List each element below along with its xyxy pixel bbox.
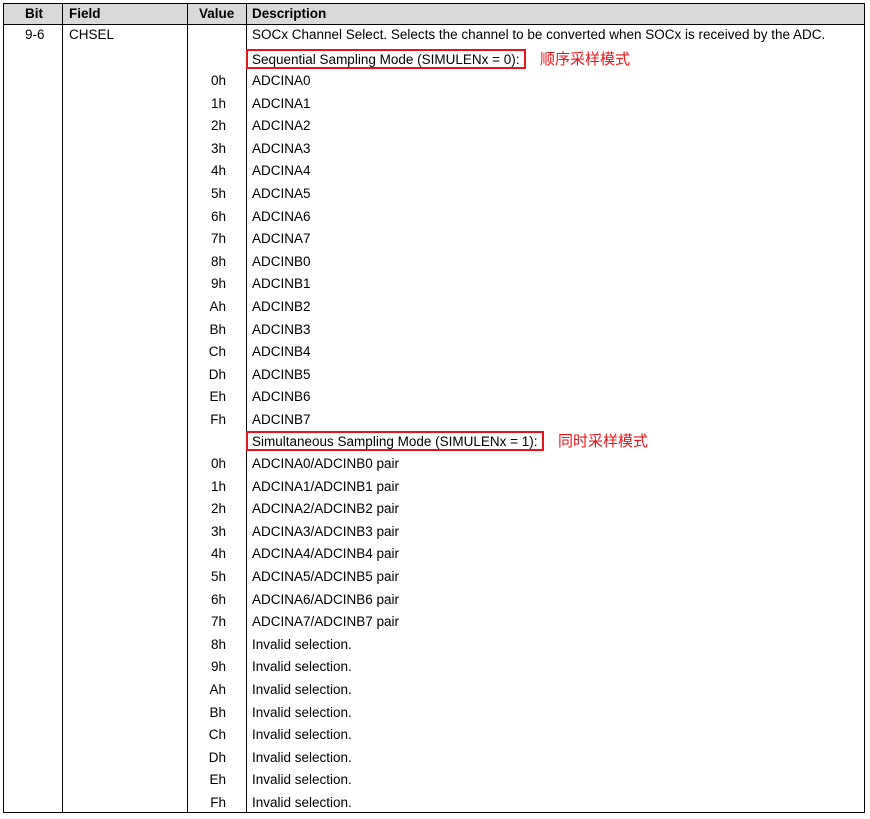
value-description: ADCINB5 — [252, 366, 311, 382]
value-description: ADCINA2 — [252, 118, 311, 134]
value-code: 4h — [210, 546, 226, 562]
value-description: Invalid selection. — [252, 727, 352, 743]
value-code: 2h — [210, 501, 226, 517]
simultaneous-mode-note: 同时采样模式 — [558, 432, 649, 450]
field-name: CHSEL — [69, 27, 115, 42]
sequential-mode-heading: Sequential Sampling Mode (SIMULENx = 0): — [246, 49, 526, 69]
value-code: Ah — [209, 299, 226, 314]
column-divider — [62, 4, 63, 812]
value-code: 5h — [210, 186, 226, 201]
value-code: 4h — [210, 163, 226, 179]
value-description: ADCINA6/ADCINB6 pair — [252, 591, 400, 607]
value-description: ADCINB3 — [252, 321, 311, 337]
value-description: ADCINA7 — [252, 231, 311, 247]
value-code: Bh — [209, 704, 226, 720]
value-code: 9h — [210, 276, 226, 292]
value-description: ADCINA5/ADCINB5 pair — [252, 569, 400, 584]
value-code: 1h — [210, 478, 226, 494]
register-table: Bit Field Value Description 9-6 CHSEL SO… — [3, 3, 865, 813]
value-description: ADCINA7/ADCINB7 pair — [252, 614, 400, 630]
value-description: ADCINA2/ADCINB2 pair — [252, 501, 400, 517]
value-code: 7h — [210, 614, 226, 630]
value-code: 1h — [210, 95, 226, 111]
value-code: 0h — [210, 73, 226, 88]
value-code: 6h — [210, 208, 226, 224]
value-description: ADCINA5 — [252, 186, 311, 201]
value-code: 7h — [210, 231, 226, 247]
table-header: Bit Field Value Description — [4, 4, 864, 25]
value-description: Invalid selection. — [252, 795, 352, 810]
value-code: Eh — [209, 389, 226, 405]
header-description: Description — [252, 6, 327, 21]
bit-range: 9-6 — [25, 27, 45, 42]
value-description: ADCINB2 — [252, 299, 311, 314]
value-description: ADCINA0/ADCINB0 pair — [252, 456, 400, 471]
value-code: 2h — [210, 118, 226, 134]
value-code: Ch — [208, 344, 226, 360]
value-description: ADCINB6 — [252, 389, 311, 405]
column-divider — [246, 4, 247, 812]
value-code: Bh — [209, 321, 226, 337]
value-code: Dh — [208, 749, 226, 765]
field-description: SOCx Channel Select. Selects the channel… — [252, 27, 826, 42]
value-description: ADCINB7 — [252, 412, 311, 427]
value-description: ADCINA0 — [252, 73, 311, 88]
value-code: 0h — [210, 456, 226, 471]
value-code: 3h — [210, 523, 226, 539]
simultaneous-mode-heading: Simultaneous Sampling Mode (SIMULENx = 1… — [246, 431, 544, 451]
value-description: ADCINB4 — [252, 344, 311, 360]
value-code: Ch — [208, 727, 226, 743]
value-description: ADCINA3/ADCINB3 pair — [252, 523, 400, 539]
value-description: ADCINB0 — [252, 253, 311, 269]
value-description: ADCINA1 — [252, 95, 311, 111]
value-description: Invalid selection. — [252, 636, 352, 652]
value-description: Invalid selection. — [252, 682, 352, 697]
header-field: Field — [69, 6, 101, 21]
value-code: Fh — [210, 795, 226, 810]
value-code: Ah — [209, 682, 226, 697]
value-description: Invalid selection. — [252, 659, 352, 675]
value-description: ADCINB1 — [252, 276, 311, 292]
value-code: 9h — [210, 659, 226, 675]
value-description: ADCINA4 — [252, 163, 311, 179]
value-description: ADCINA4/ADCINB4 pair — [252, 546, 400, 562]
value-code: 8h — [210, 253, 226, 269]
value-description: ADCINA6 — [252, 208, 311, 224]
header-bit: Bit — [25, 6, 43, 21]
value-code: 5h — [210, 569, 226, 584]
header-value: Value — [199, 6, 235, 21]
value-code: Dh — [208, 366, 226, 382]
value-code: Fh — [210, 412, 226, 427]
value-code: 3h — [210, 140, 226, 156]
value-code: 8h — [210, 636, 226, 652]
value-description: ADCINA3 — [252, 140, 311, 156]
value-description: Invalid selection. — [252, 772, 352, 788]
value-description: Invalid selection. — [252, 704, 352, 720]
value-code: Eh — [209, 772, 226, 788]
sequential-mode-note: 顺序采样模式 — [540, 50, 631, 68]
value-description: Invalid selection. — [252, 749, 352, 765]
value-code: 6h — [210, 591, 226, 607]
value-description: ADCINA1/ADCINB1 pair — [252, 478, 400, 494]
